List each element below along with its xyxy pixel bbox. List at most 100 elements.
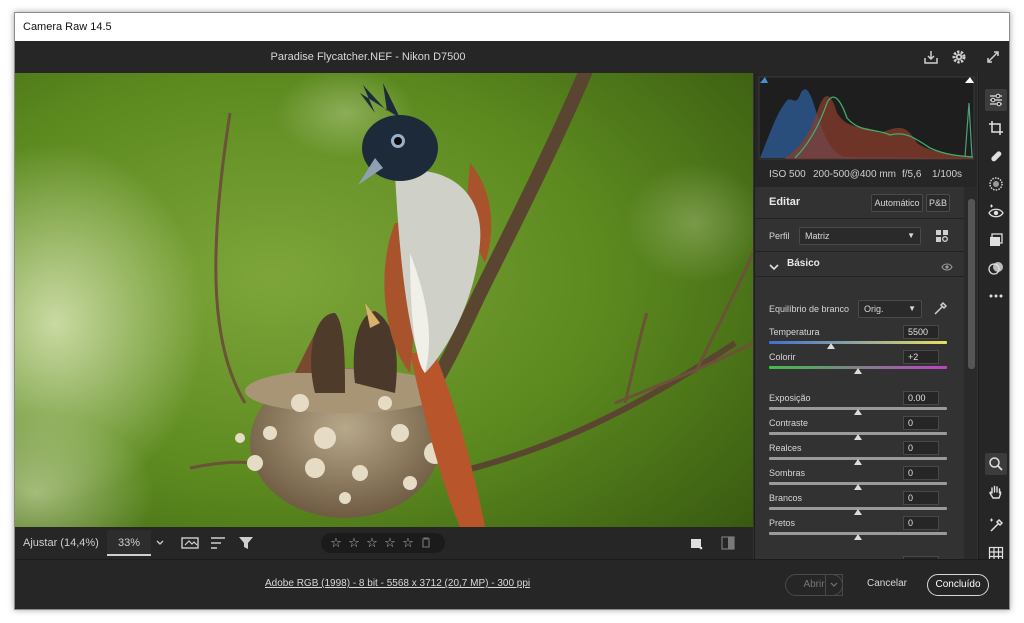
scrollbar-thumb[interactable] [968,199,975,369]
photo-preview[interactable] [15,73,753,527]
slider-thumb[interactable] [854,434,862,440]
save-icon[interactable] [921,47,941,67]
profile-value: Matriz [805,231,830,241]
tool-zoom[interactable] [985,453,1007,475]
slider-value-input[interactable]: 0.00 [903,391,939,405]
slider-thumb[interactable] [827,343,836,349]
slider-value-input[interactable]: 0 [903,441,939,455]
basic-section-title: Básico [787,258,820,269]
slider-label: Contraste [769,418,809,428]
slider-thumb[interactable] [854,484,862,490]
auto-button[interactable]: Automático [871,194,923,212]
star-icon[interactable]: ☆ [401,535,415,551]
presets-icon [988,262,1003,275]
mask-icon [989,177,1003,191]
slider-thumb[interactable] [854,509,862,515]
slider-value-input[interactable]: 0 [903,491,939,505]
slider-label: Brancos [769,493,803,503]
red-eye-icon [988,204,1004,218]
star-icon[interactable]: ☆ [347,535,361,551]
snapshot-icon[interactable] [687,534,705,552]
rating-stars[interactable]: ☆ ☆ ☆ ☆ ☆ [321,533,445,553]
done-button[interactable]: Concluído [927,574,989,596]
tool-redeye[interactable] [985,201,1007,223]
tool-hand[interactable] [985,481,1007,503]
star-icon[interactable]: ☆ [329,535,343,551]
white-balance-value: Orig. [864,304,884,314]
slider-thumb[interactable] [854,409,862,415]
eye-icon[interactable] [941,259,953,277]
slider-value-input[interactable]: +2 [903,350,939,364]
star-icon[interactable]: ☆ [383,535,397,551]
zoom-dropdown-icon[interactable] [155,536,165,550]
edit-header: Editar Automático P&B [755,187,964,219]
panel-scrollbar[interactable] [964,187,977,559]
zoom-level[interactable]: 33% [107,530,151,556]
tool-sampler[interactable] [985,515,1007,537]
hand-icon [989,485,1002,499]
profile-label: Perfil [769,231,790,241]
tool-edit[interactable] [985,89,1007,111]
slider-thumb[interactable] [854,368,862,374]
magnifier-icon [989,457,1003,471]
image-toolbar: Ajustar (14,4%) 33% ☆ ☆ ☆ ☆ ☆ [15,527,753,559]
slider-label: Realces [769,443,802,453]
cancel-button[interactable]: Cancelar [859,574,915,596]
aperture-value: f/5,6 [902,169,922,180]
slider-row: Pretos 0 [755,516,964,544]
more-icon [989,294,1003,298]
slider-track[interactable] [769,341,947,344]
slider-label: Exposição [769,393,811,403]
sort-icon[interactable] [209,534,227,552]
tool-masking[interactable] [985,173,1007,195]
slider-value-input[interactable]: 0 [903,516,939,530]
camera-raw-window: Camera Raw 14.5 Paradise Flycatcher.NEF … [14,12,1010,610]
tool-crop[interactable] [985,117,1007,139]
profile-select[interactable]: Matriz ▼ [799,227,921,245]
slider-value-input[interactable]: 5500 [903,325,939,339]
slider-value-input[interactable]: 0 [903,466,939,480]
tool-snapshots[interactable] [985,229,1007,251]
gear-icon[interactable] [949,47,969,67]
snapshots-icon [990,233,1003,246]
bw-button[interactable]: P&B [926,194,950,212]
camera-info: ISO 500 200-500@400 mm f/5,6 1/100s [755,163,977,187]
white-balance-label: Equilíbrio de branco [769,304,850,314]
slider-label: Temperatura [769,327,820,337]
eyedropper-icon[interactable] [932,301,948,317]
bandage-icon [991,151,1002,162]
edit-panel-content: Editar Automático P&B Perfil Matriz ▼ Bá… [755,187,964,559]
iso-value: ISO 500 [769,169,806,180]
color-sampler-icon [990,518,1004,532]
before-after-icon[interactable] [719,534,737,552]
tool-more[interactable] [985,285,1007,307]
footer-bar: Adobe RGB (1998) - 8 bit - 5568 x 3712 (… [15,559,1009,609]
edit-title: Editar [769,196,801,208]
slider-value-input[interactable]: 0 [903,416,939,430]
trash-icon[interactable] [419,536,433,551]
shutter-value: 1/100s [932,169,963,180]
basic-section-header[interactable]: Básico [755,251,964,277]
star-icon[interactable]: ☆ [365,535,379,551]
tool-presets[interactable] [985,257,1007,279]
edit-panel: ISO 500 200-500@400 mm f/5,6 1/100s Edit… [754,73,977,559]
lens-value: 200-500@400 mm [813,169,896,180]
image-header: Paradise Flycatcher.NEF - Nikon D7500 [15,41,1009,73]
tool-healing[interactable] [985,145,1007,167]
chevron-down-icon: ▼ [908,304,916,313]
slider-thumb[interactable] [854,459,862,465]
fit-zoom-label[interactable]: Ajustar (14,4%) [23,527,99,559]
profile-browser-icon[interactable] [935,229,949,243]
slider-thumb[interactable] [854,534,862,540]
crop-icon [989,121,1003,135]
slider-label: Colorir [769,352,796,362]
sliders-icon [990,93,1002,107]
window-titlebar: Camera Raw 14.5 [15,13,1009,41]
white-balance-select[interactable]: Orig. ▼ [858,300,922,318]
fullscreen-icon[interactable] [983,47,1003,67]
workflow-options-link[interactable]: Adobe RGB (1998) - 8 bit - 5568 x 3712 (… [265,578,530,589]
filter-icon[interactable] [237,534,255,552]
chevron-down-icon [830,582,838,587]
filmstrip-icon[interactable] [181,534,199,552]
image-filename: Paradise Flycatcher.NEF - Nikon D7500 [270,51,466,63]
